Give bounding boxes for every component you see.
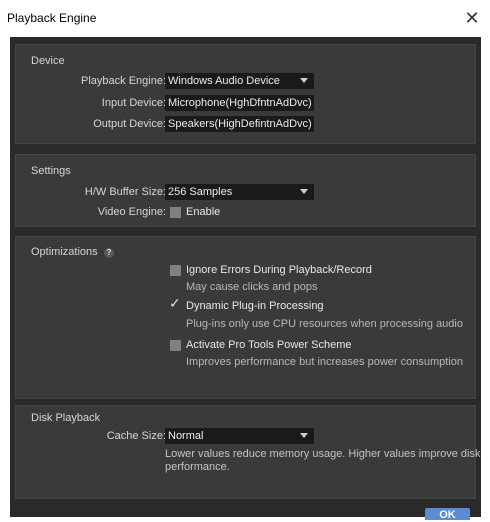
ignore-errors-label: Ignore Errors During Playback/Record <box>186 264 372 276</box>
playback-engine-value: Windows Audio Device <box>168 75 280 87</box>
dynamic-plugin-checkbox[interactable]: ✓ <box>169 296 181 312</box>
cache-size-value: Normal <box>168 430 204 442</box>
cache-size-description-line1: Lower values reduce memory usage. Higher… <box>165 448 481 460</box>
window-title: Playback Engine <box>7 11 97 25</box>
checkmark-icon: ✓ <box>169 296 181 312</box>
video-engine-enable-label: Enable <box>186 206 221 218</box>
close-icon[interactable]: ✕ <box>454 0 490 36</box>
device-panel: Device Playback Engine: Windows Audio De… <box>15 44 476 144</box>
buffer-size-select[interactable]: 256 Samples <box>165 184 314 200</box>
optimizations-panel: Optimizations ? Ignore Errors During Pla… <box>15 236 476 399</box>
disk-playback-section-title: Disk Playback <box>31 412 101 424</box>
settings-panel: Settings H/W Buffer Size: 256 Samples Vi… <box>15 154 476 227</box>
ignore-errors-description: May cause clicks and pops <box>186 281 318 293</box>
video-engine-label: Video Engine: <box>97 206 166 218</box>
ok-button[interactable]: OK <box>425 508 470 521</box>
chevron-down-icon <box>300 189 308 194</box>
cache-size-label: Cache Size: <box>106 430 166 442</box>
power-scheme-checkbox[interactable] <box>170 340 181 351</box>
output-device-label: Output Device: <box>93 118 166 130</box>
video-engine-checkbox[interactable] <box>170 207 181 218</box>
ignore-errors-checkbox[interactable] <box>170 265 181 276</box>
dynamic-plugin-description: Plug-ins only use CPU resources when pro… <box>186 318 463 330</box>
power-scheme-label: Activate Pro Tools Power Scheme <box>186 339 352 351</box>
dialog-body: Device Playback Engine: Windows Audio De… <box>10 37 481 521</box>
chevron-down-icon <box>300 78 308 83</box>
power-scheme-description: Improves performance but increases power… <box>186 356 463 368</box>
device-section-title: Device <box>31 55 65 67</box>
input-device-value: Microphone(HghDfntnAdDvc) <box>168 97 312 109</box>
output-device-select[interactable]: Speakers(HighDefintnAdDvc) <box>165 116 314 132</box>
chevron-down-icon <box>300 433 308 438</box>
buffer-size-value: 256 Samples <box>168 186 233 198</box>
input-device-label: Input Device: <box>101 97 166 109</box>
settings-section-title: Settings <box>31 165 71 177</box>
help-icon[interactable]: ? <box>104 248 114 258</box>
playback-engine-select[interactable]: Windows Audio Device <box>165 73 314 89</box>
input-device-select[interactable]: Microphone(HghDfntnAdDvc) <box>165 95 314 111</box>
output-device-value: Speakers(HighDefintnAdDvc) <box>168 118 312 130</box>
cache-size-select[interactable]: Normal <box>165 428 314 444</box>
title-bar: Playback Engine ✕ <box>0 0 490 36</box>
optimizations-section-title: Optimizations <box>31 246 98 258</box>
dynamic-plugin-label: Dynamic Plug-in Processing <box>186 300 324 312</box>
buffer-size-label: H/W Buffer Size: <box>84 186 166 198</box>
disk-playback-panel: Disk Playback Cache Size: Normal Lower v… <box>15 405 480 499</box>
playback-engine-label: Playback Engine: <box>81 75 166 87</box>
cache-size-description-line2: performance. <box>165 461 230 473</box>
